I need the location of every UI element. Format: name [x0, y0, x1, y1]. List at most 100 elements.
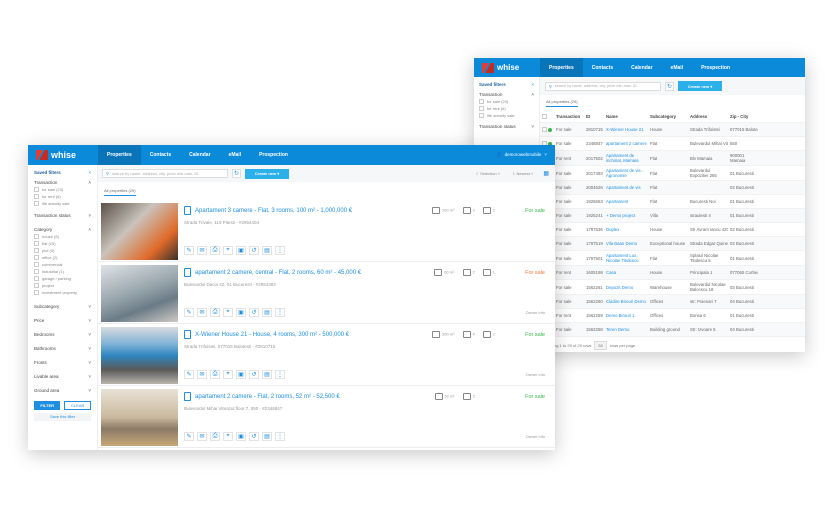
owner-info-link[interactable]: Owner info	[526, 310, 545, 315]
transaction-option[interactable]: for rent (6)	[34, 194, 91, 199]
row-checkbox[interactable]	[540, 126, 554, 133]
filter-section[interactable]: Subcategory ˅	[34, 304, 91, 309]
print-icon[interactable]: ⎙	[210, 246, 220, 255]
history-icon[interactable]: ↺	[249, 370, 259, 379]
name-link[interactable]: apartament 2 camere	[604, 141, 648, 146]
print-icon[interactable]: ⎙	[210, 432, 220, 441]
category-option[interactable]: house (8)	[34, 234, 91, 239]
name-link[interactable]: Cladire Birouri Demo	[604, 299, 648, 304]
more-icon[interactable]: ⋮	[275, 432, 285, 441]
selection-dropdown[interactable]: ✓ Selection ˅	[476, 171, 500, 176]
category-option[interactable]: industrial (1)	[34, 269, 91, 274]
checkbox[interactable]	[34, 194, 39, 199]
select-all-checkbox[interactable]	[540, 113, 554, 120]
user-menu[interactable]: 👤 demorowebmobile ˅	[496, 152, 555, 158]
more-icon[interactable]: ⋮	[275, 370, 285, 379]
table-row[interactable]: For rent 2017502 Apartament de inchiriat, …	[540, 151, 805, 166]
table-row[interactable]: For rent 1562259 Demo Birouri 1 Offices Bons…	[540, 309, 805, 323]
column-header[interactable]: Name	[604, 114, 648, 119]
clipboard-icon[interactable]: ▤	[262, 370, 272, 379]
filter-section[interactable]: Livable area ˅	[34, 374, 91, 379]
category-option[interactable]: office (2)	[34, 255, 91, 260]
checkbox[interactable]	[34, 241, 39, 246]
name-link[interactable]: Demo Birouri 1	[604, 313, 648, 318]
transaction-option[interactable]: life annuity sale	[479, 113, 534, 118]
checkbox[interactable]	[34, 255, 39, 260]
name-link[interactable]: Casa	[604, 270, 648, 275]
name-link[interactable]: Teren Demo	[604, 327, 648, 332]
print-icon[interactable]: ⎙	[210, 370, 220, 379]
view-toggle-icon[interactable]: ▦	[543, 170, 549, 177]
checkbox[interactable]	[34, 201, 39, 206]
close-icon[interactable]: ×	[531, 82, 534, 87]
mail-icon[interactable]: ✉	[197, 246, 207, 255]
chevron-down-icon[interactable]: ˅	[531, 124, 534, 129]
name-link[interactable]: Apartament de vis	[604, 185, 648, 190]
calendar-icon[interactable]: ▣	[236, 246, 246, 255]
table-row[interactable]: For sale 1797501 Apartament Lux, Nicolae T…	[540, 251, 805, 266]
filter-section[interactable]: Ground area ˅	[34, 388, 91, 393]
column-header[interactable]: ID	[584, 114, 604, 119]
print-icon[interactable]: ⎙	[210, 308, 220, 317]
mail-icon[interactable]: ✉	[197, 432, 207, 441]
owner-info-link[interactable]: Owner info	[526, 434, 545, 439]
nav-properties[interactable]: Properties	[540, 58, 583, 77]
property-title[interactable]: apartament 2 camere, central - Flat, 2 r…	[184, 268, 361, 277]
checkbox[interactable]	[479, 113, 484, 118]
tab-all-properties[interactable]: All properties (29)	[104, 188, 136, 196]
category-option[interactable]: investment property	[34, 290, 91, 295]
category-option[interactable]: project	[34, 283, 91, 288]
transaction-option[interactable]: for sale (23)	[34, 187, 91, 192]
checkbox[interactable]	[34, 234, 39, 239]
checkbox[interactable]	[34, 276, 39, 281]
property-photo[interactable]	[101, 203, 178, 260]
edit-icon[interactable]: ✎	[184, 432, 194, 441]
table-row[interactable]: For sale 2810715 X-Wiener House 21 House Str…	[540, 123, 805, 137]
chevron-up-icon[interactable]: ˄	[88, 227, 91, 232]
nav-prospection[interactable]: Prospection	[692, 58, 739, 77]
category-option[interactable]: plot (3)	[34, 248, 91, 253]
column-header[interactable]: Address	[688, 114, 728, 119]
nav-email[interactable]: eMail	[220, 145, 251, 165]
location-icon[interactable]: ⌖	[223, 370, 233, 379]
edit-icon[interactable]: ✎	[184, 308, 194, 317]
search-input[interactable]: ⚲ search by name, address, city, price mi…	[102, 169, 228, 178]
name-link[interactable]: + Demo project	[604, 213, 648, 218]
calendar-icon[interactable]: ▣	[236, 308, 246, 317]
checkbox[interactable]	[34, 248, 39, 253]
category-option[interactable]: commercial	[34, 262, 91, 267]
property-title[interactable]: Apartament 3 camere - Flat, 3 rooms, 100…	[184, 206, 352, 215]
checkbox[interactable]	[34, 187, 39, 192]
saved-filters[interactable]: Saved filters ×	[479, 82, 534, 87]
nav-properties[interactable]: Properties	[98, 145, 141, 165]
location-icon[interactable]: ⌖	[223, 246, 233, 255]
chevron-up-icon[interactable]: ˄	[88, 180, 91, 185]
history-icon[interactable]: ↺	[249, 246, 259, 255]
checkbox[interactable]	[34, 283, 39, 288]
table-row[interactable]: For rent 1605198 Casa House Principala 1 0770…	[540, 266, 805, 280]
transaction-option[interactable]: for sale (23)	[479, 99, 534, 104]
column-header[interactable]: Zip - City	[728, 114, 758, 119]
checkbox[interactable]	[479, 99, 484, 104]
table-row[interactable]: For sale 1562261 Depozit Demo Warehouse Bule…	[540, 280, 805, 295]
name-link[interactable]: Duplex	[604, 227, 648, 232]
refresh-button[interactable]: ↻	[232, 169, 241, 178]
owner-info-link[interactable]: Owner info	[526, 372, 545, 377]
nav-contacts[interactable]: Contacts	[141, 145, 180, 165]
more-icon[interactable]: ⋮	[275, 308, 285, 317]
table-row[interactable]: For sale 1925241 + Demo project Villa straul…	[540, 209, 805, 223]
name-link[interactable]: Depozit Demo	[604, 285, 648, 290]
chevron-down-icon[interactable]: ˅	[88, 213, 91, 218]
checkbox[interactable]	[34, 262, 39, 267]
clear-button[interactable]: CLEAR	[64, 401, 91, 410]
table-row[interactable]: For sale 1562258 Teren Demo Building ground…	[540, 323, 805, 337]
table-row[interactable]: For sale 2348847 apartament 2 camere Flat Bu…	[540, 137, 805, 151]
table-row[interactable]: For sale 1797519 Vila Baan Demo Exceptional…	[540, 237, 805, 251]
clipboard-icon[interactable]: ▤	[262, 246, 272, 255]
property-photo[interactable]	[101, 327, 178, 384]
saved-filters[interactable]: Saved filters ×	[34, 170, 91, 175]
more-icon[interactable]: ⋮	[275, 246, 285, 255]
transaction-status-label[interactable]: Transaction status	[479, 124, 516, 129]
chevron-up-icon[interactable]: ˄	[531, 92, 534, 97]
nav-calendar[interactable]: Calendar	[622, 58, 661, 77]
